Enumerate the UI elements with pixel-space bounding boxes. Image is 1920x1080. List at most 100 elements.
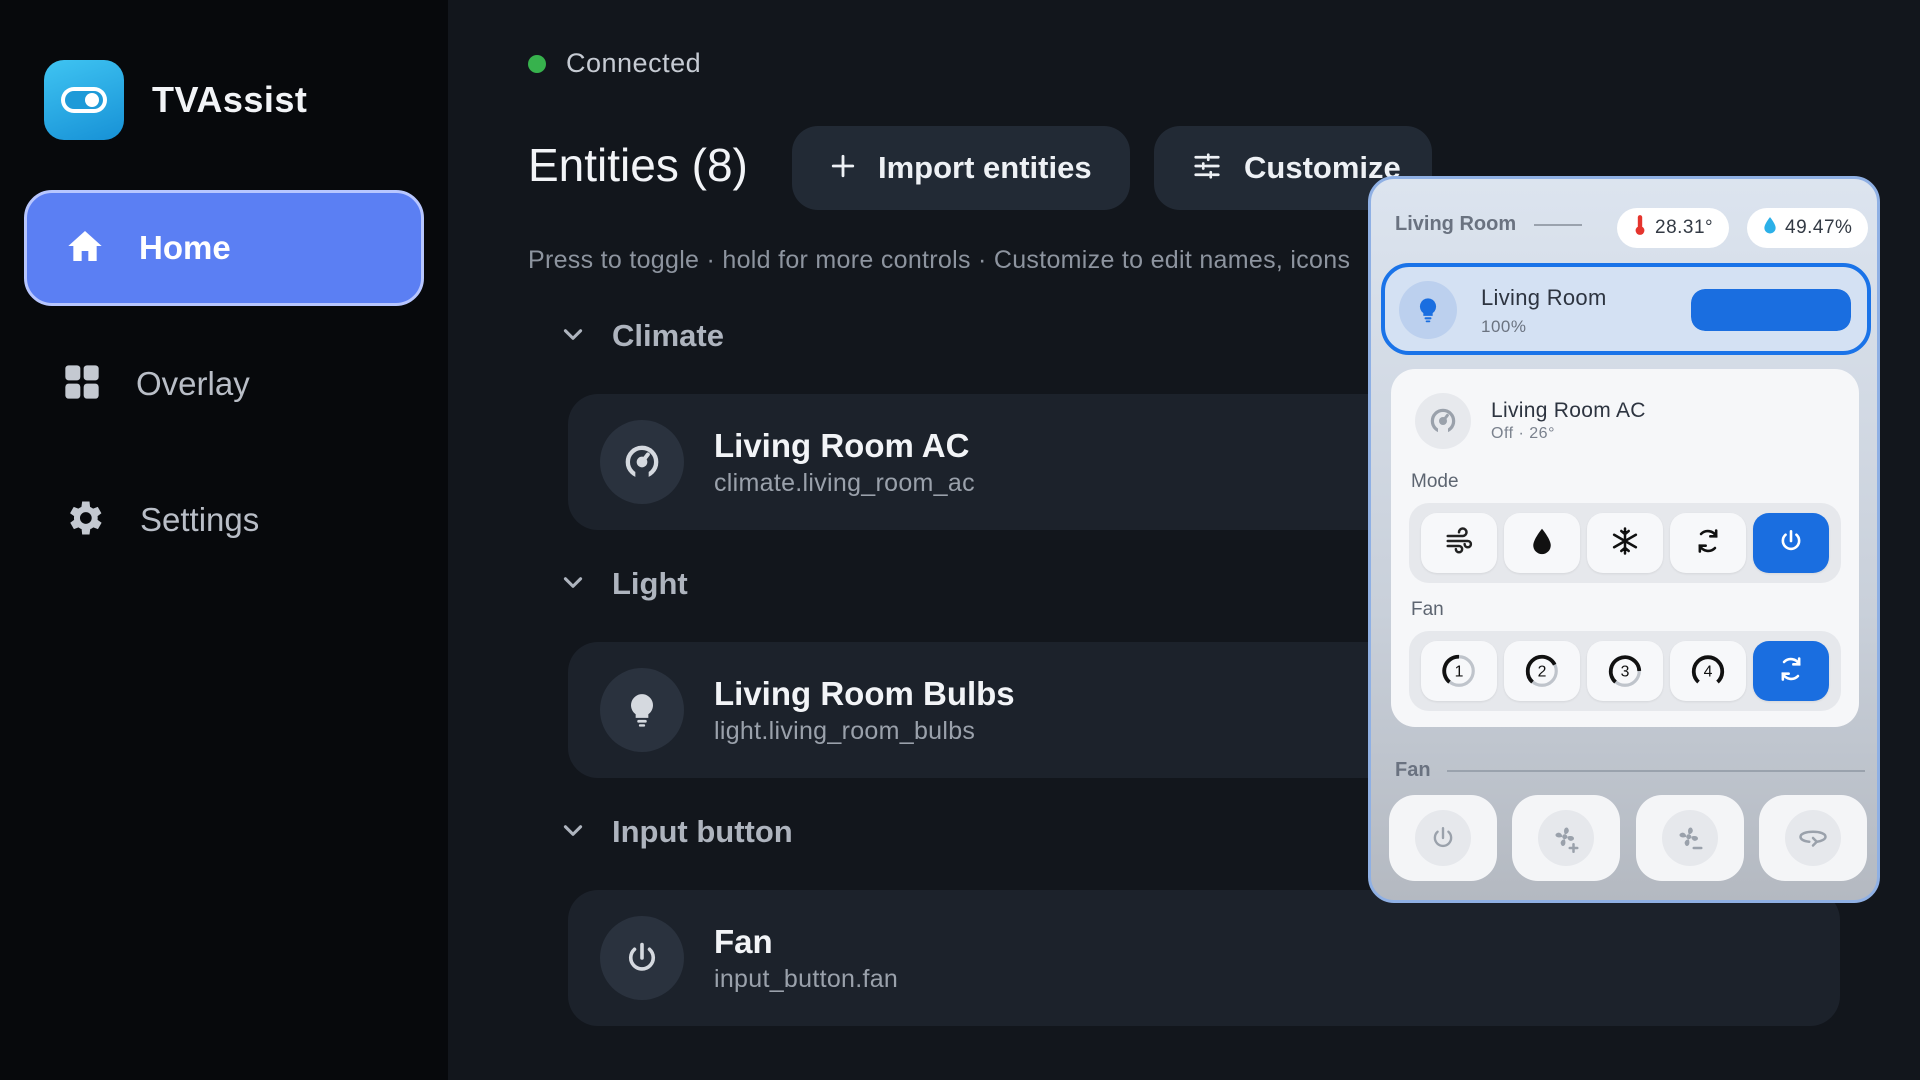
humidity-value: 49.47% (1785, 217, 1853, 238)
ac-control-card: Living Room AC Off · 26° Mode Fan 1 2 3 … (1391, 369, 1859, 727)
sidebar-item-overlay[interactable]: Overlay (24, 326, 424, 442)
humidity-badge: 49.47% (1747, 208, 1869, 248)
light-brightness: 100% (1481, 317, 1527, 336)
fan-power-button[interactable] (1389, 795, 1497, 881)
room-label: Living Room (1395, 213, 1517, 235)
fan-minus-icon (1661, 810, 1718, 866)
chevron-down-icon (560, 569, 586, 600)
section-light-header[interactable]: Light (560, 566, 688, 602)
home-icon (65, 226, 105, 271)
sidebar-item-home[interactable]: Home (24, 190, 424, 306)
auto-icon (1694, 527, 1722, 560)
status-dot-icon (528, 54, 546, 73)
bulb-icon (1399, 281, 1457, 339)
import-entities-button[interactable]: Import entities (792, 126, 1130, 210)
bulb-icon (600, 668, 684, 752)
divider (1534, 223, 1583, 226)
import-entities-label: Import entities (878, 150, 1092, 185)
fan-oscillate-button[interactable] (1758, 795, 1867, 881)
mode-fan-only-button[interactable] (1421, 513, 1497, 573)
speed-3-icon: 3 (1608, 655, 1642, 687)
fan-speed-auto-button[interactable] (1753, 641, 1829, 701)
water-drop-icon (1763, 216, 1777, 240)
status-text: Connected (566, 48, 702, 78)
thermometer-icon (1633, 214, 1647, 242)
page-title: Entities (8) (528, 139, 748, 191)
fan-controls (1389, 795, 1867, 881)
fan-speed-down-button[interactable] (1635, 795, 1744, 881)
overlay-panel: Living Room 28.31° 49.47% Living Room 10… (1368, 176, 1880, 903)
ac-state: Off · 26° (1491, 425, 1555, 442)
fan-section-header: Fan (1395, 759, 1865, 782)
entity-id: input_button.fan (714, 964, 899, 993)
cool-icon (1610, 526, 1640, 561)
mode-cool-button[interactable] (1587, 513, 1663, 573)
temperature-badge: 28.31° (1617, 208, 1730, 248)
fan-section-label: Fan (1395, 759, 1431, 781)
fan-only-icon (1444, 526, 1474, 561)
section-climate-header[interactable]: Climate (560, 318, 724, 354)
mode-dry-button[interactable] (1504, 513, 1580, 573)
brand: TVAssist (44, 60, 307, 140)
light-name: Living Room (1481, 285, 1607, 310)
speed-2-icon: 2 (1525, 654, 1558, 687)
room-header: Living Room 28.31° 49.47% (1395, 208, 1869, 248)
speed-1-icon: 1 (1442, 654, 1475, 687)
fan-speed-label: Fan (1411, 599, 1444, 620)
dry-icon (1530, 527, 1554, 560)
temperature-value: 28.31° (1655, 217, 1714, 238)
speed-4-text: 4 (1704, 664, 1713, 681)
power-icon (1415, 810, 1471, 866)
light-tile-living-room[interactable]: Living Room 100% (1381, 263, 1871, 355)
entity-id: light.living_room_bulbs (714, 716, 976, 745)
section-label: Input button (612, 814, 793, 849)
entity-id: climate.living_room_ac (714, 468, 975, 497)
auto-icon (1777, 655, 1805, 688)
sidebar-item-label: Overlay (136, 365, 250, 402)
chevron-down-icon (560, 817, 586, 848)
fan-speed-4-button[interactable]: 4 (1670, 641, 1746, 701)
toggle-logo-icon (44, 60, 124, 140)
speed-2-text: 2 (1538, 664, 1547, 681)
entity-name: Fan (714, 922, 773, 960)
ac-dial-icon (1415, 393, 1471, 449)
mode-auto-button[interactable] (1670, 513, 1746, 573)
section-label: Light (612, 566, 688, 601)
fan-speed-3-button[interactable]: 3 (1587, 641, 1663, 701)
mode-label: Mode (1411, 471, 1459, 492)
chevron-down-icon (560, 321, 586, 352)
speed-4-icon: 4 (1691, 655, 1725, 684)
entity-card-fan[interactable]: Fan input_button.fan (568, 890, 1840, 1026)
sliders-icon (1192, 151, 1222, 186)
sidebar-item-settings[interactable]: Settings (24, 462, 424, 578)
mode-off-button[interactable] (1753, 513, 1829, 573)
fan-plus-icon (1538, 810, 1595, 866)
divider (1446, 769, 1865, 772)
entity-name: Living Room AC (714, 426, 970, 464)
section-label: Climate (612, 318, 724, 353)
gear-icon (62, 496, 106, 545)
fan-speed-up-button[interactable] (1512, 795, 1621, 881)
entity-name: Living Room Bulbs (714, 674, 1015, 712)
fan-speed-selector: 1 2 3 4 (1409, 631, 1841, 711)
oscillate-icon (1784, 810, 1841, 866)
fan-speed-2-button[interactable]: 2 (1504, 641, 1580, 701)
sidebar-item-label: Home (139, 229, 231, 266)
fan-speed-1-button[interactable]: 1 (1421, 641, 1497, 701)
ac-name: Living Room AC (1491, 399, 1646, 422)
section-input-button-header[interactable]: Input button (560, 814, 793, 850)
help-hint: Press to toggle · hold for more controls… (528, 246, 1351, 274)
sidebar-item-label: Settings (140, 501, 260, 538)
power-icon (1778, 528, 1804, 559)
grid-icon (62, 362, 102, 407)
power-icon (600, 916, 684, 1000)
mode-selector (1409, 503, 1841, 583)
sidebar: TVAssist Home Overlay Settings (0, 0, 448, 1080)
brightness-fill (1691, 289, 1851, 331)
app-title: TVAssist (152, 79, 308, 120)
speed-3-text: 3 (1621, 664, 1630, 681)
speed-1-text: 1 (1455, 664, 1464, 681)
ac-dial-icon (600, 420, 684, 504)
brightness-slider[interactable] (1691, 289, 1851, 331)
connection-status: Connected (528, 48, 701, 79)
